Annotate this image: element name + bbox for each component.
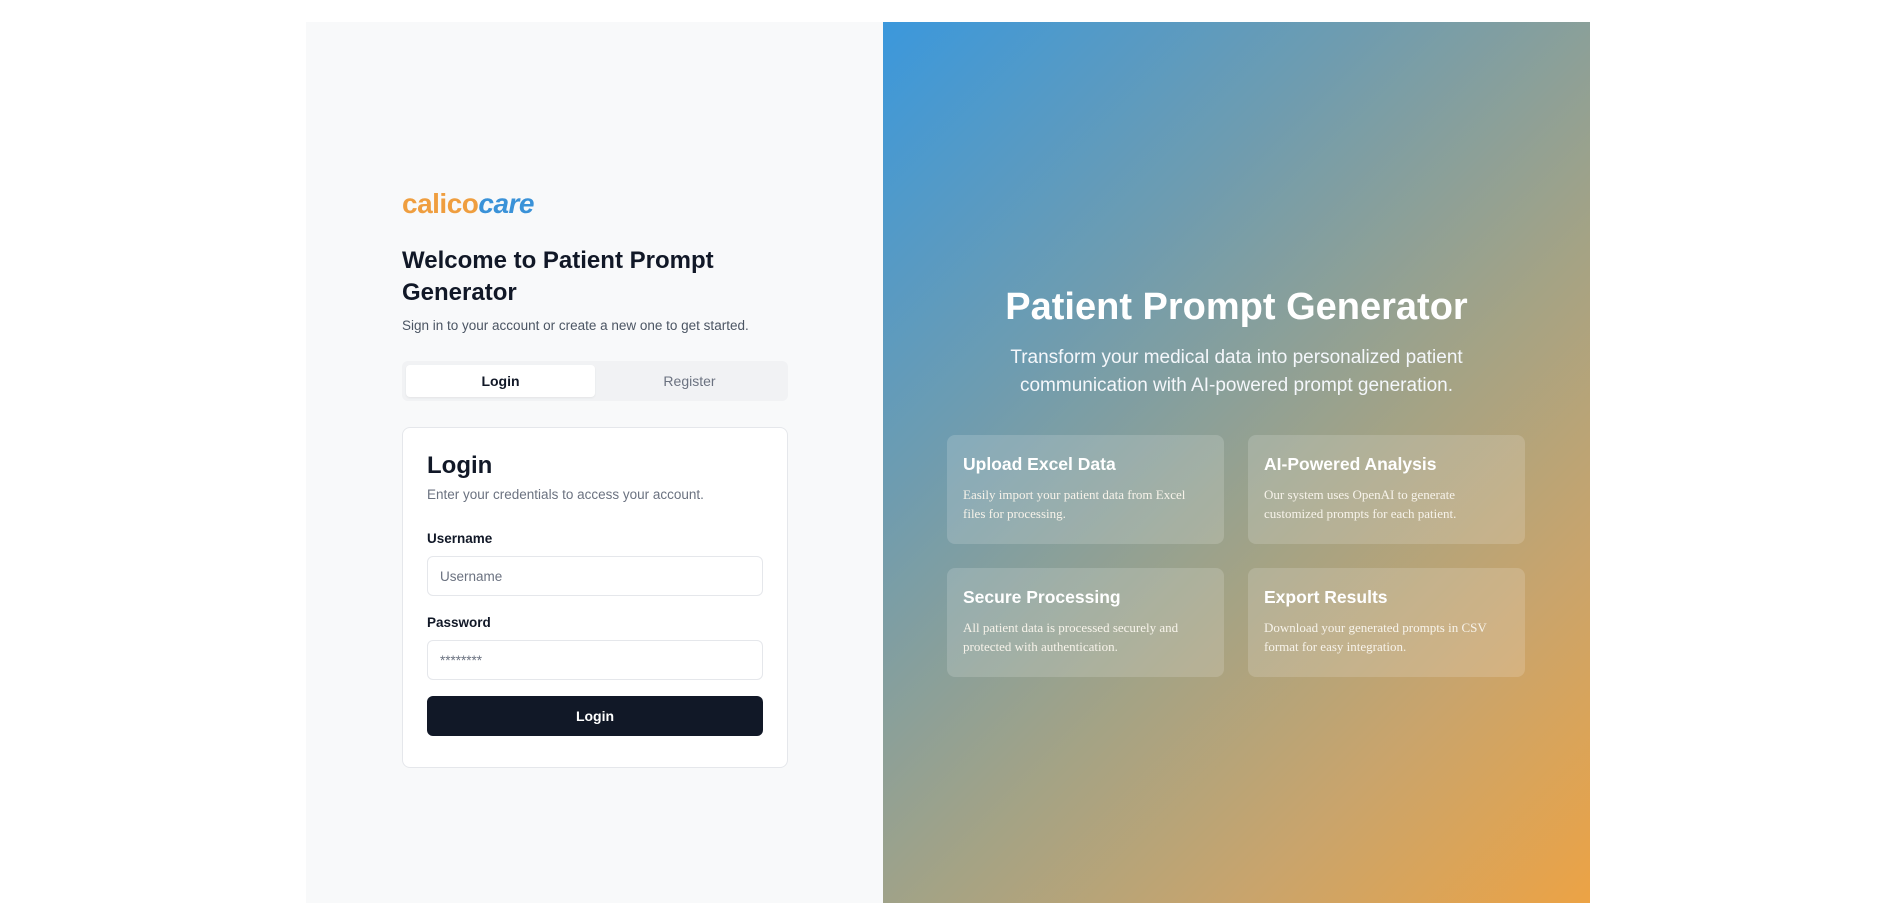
- login-card-description: Enter your credentials to access your ac…: [427, 487, 704, 502]
- hero-subtitle: Transform your medical data into persona…: [1010, 347, 1463, 396]
- page-title: Welcome to Patient Prompt Generator: [402, 247, 714, 306]
- feature-card-export: Export Results Download your generated p…: [1248, 568, 1525, 677]
- feature-description: Download your generated prompts in CSV f…: [1264, 620, 1487, 654]
- username-input[interactable]: [427, 556, 763, 596]
- feature-card-ai-analysis: AI-Powered Analysis Our system uses Open…: [1248, 435, 1525, 544]
- auth-content: calicocare Welcome to Patient Prompt Gen…: [402, 187, 788, 768]
- brand-logo: calicocare: [402, 187, 788, 221]
- feature-description: Easily import your patient data from Exc…: [963, 487, 1186, 521]
- feature-card-upload: Upload Excel Data Easily import your pat…: [947, 435, 1224, 544]
- brand-logo-calico: calico: [402, 188, 479, 219]
- feature-title: Export Results: [1264, 587, 1388, 607]
- page-subtitle: Sign in to your account or create a new …: [402, 318, 749, 333]
- brand-logo-care: care: [478, 188, 535, 219]
- tab-register[interactable]: Register: [595, 365, 784, 397]
- feature-grid: Upload Excel Data Easily import your pat…: [947, 435, 1525, 677]
- feature-title: Secure Processing: [963, 587, 1121, 607]
- password-input[interactable]: [427, 640, 763, 680]
- login-card: Login Enter your credentials to access y…: [402, 427, 788, 768]
- feature-description: All patient data is processed securely a…: [963, 620, 1179, 654]
- username-label: Username: [427, 531, 493, 546]
- auth-panel: calicocare Welcome to Patient Prompt Gen…: [306, 22, 883, 903]
- hero-title: Patient Prompt Generator: [1005, 286, 1468, 328]
- login-card-title: Login: [427, 452, 493, 479]
- hero-panel: Patient Prompt Generator Transform your …: [883, 22, 1590, 903]
- feature-description: Our system uses OpenAI to generate custo…: [1264, 487, 1457, 521]
- hero-header: Patient Prompt Generator Transform your …: [883, 284, 1590, 400]
- password-label: Password: [427, 615, 491, 630]
- feature-title: AI-Powered Analysis: [1264, 454, 1437, 474]
- feature-card-secure: Secure Processing All patient data is pr…: [947, 568, 1224, 677]
- tab-login[interactable]: Login: [406, 365, 595, 397]
- auth-tabs: Login Register: [402, 361, 788, 401]
- feature-title: Upload Excel Data: [963, 454, 1116, 474]
- app-container: calicocare Welcome to Patient Prompt Gen…: [306, 22, 1590, 903]
- login-button[interactable]: Login: [427, 696, 763, 736]
